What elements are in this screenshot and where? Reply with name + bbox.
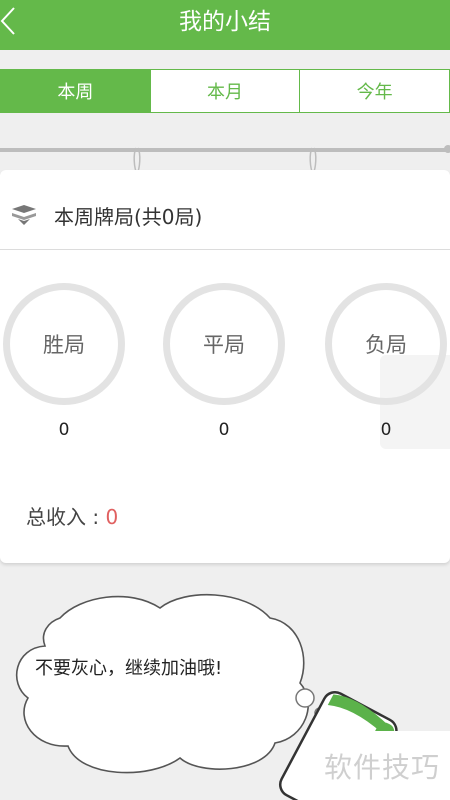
income-label: 总收入 : (26, 505, 106, 529)
mahjong-tiles-icon (12, 205, 36, 225)
win-ring: 胜局 (3, 283, 125, 405)
draw-stat: 平局 0 (163, 283, 285, 440)
win-count: 0 (58, 420, 70, 440)
tab-this-month[interactable]: 本月 (149, 70, 300, 112)
app-header: 我的小结 (0, 0, 450, 50)
loss-count: 0 (380, 420, 392, 440)
rail-end-cap (444, 145, 450, 153)
loss-stat: 负局 0 (325, 283, 447, 440)
tab-this-week[interactable]: 本周 (1, 70, 150, 112)
tab-this-year[interactable]: 今年 (299, 70, 449, 112)
summary-card-header: 本周牌局(共0局) (0, 170, 450, 250)
page-title: 我的小结 (179, 9, 271, 35)
win-stat: 胜局 0 (3, 283, 125, 440)
income-value: 0 (105, 505, 119, 529)
speech-cloud (15, 593, 310, 774)
total-income: 总收入 : 0 (26, 503, 118, 531)
draw-ring: 平局 (163, 283, 285, 405)
loss-ring: 负局 (325, 283, 447, 405)
hanging-rail (0, 148, 450, 152)
encouragement-text: 不要灰心，继续加油哦! (35, 658, 223, 679)
summary-title: 本周牌局(共0局) (54, 205, 203, 229)
watermark: 软件技巧 (314, 731, 450, 800)
summary-card: 本周牌局(共0局) 胜局 0 平局 0 负局 0 总收入 : 0 (0, 170, 450, 563)
period-tabs: 本周 本月 今年 (0, 69, 450, 113)
draw-count: 0 (218, 420, 230, 440)
